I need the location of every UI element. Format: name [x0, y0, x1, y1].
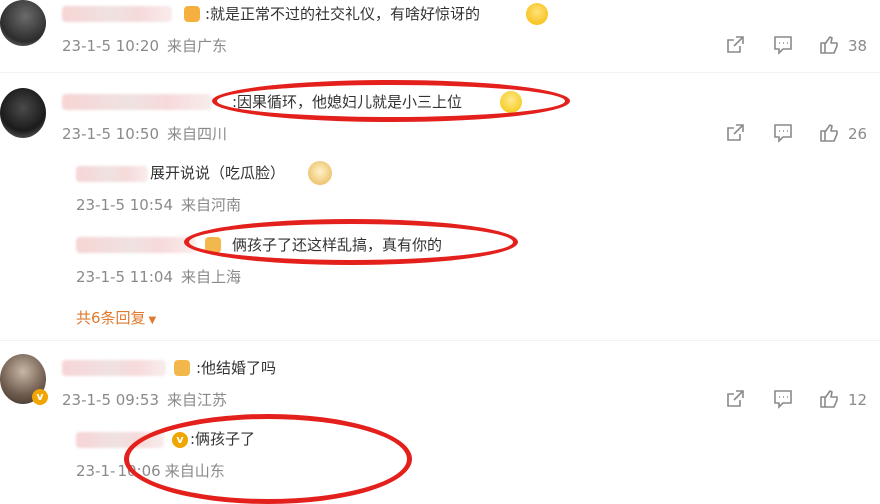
like-icon[interactable] [818, 34, 840, 56]
comment-date: 23-1-5 10:20 [62, 37, 159, 55]
like-icon[interactable] [818, 122, 840, 144]
divider [0, 72, 880, 73]
share-icon[interactable] [724, 34, 746, 56]
like-count: 38 [848, 37, 868, 55]
doge-emoji-icon [308, 161, 332, 185]
fan-badge-icon [184, 6, 200, 22]
divider [0, 340, 880, 341]
like-count: 26 [848, 125, 868, 143]
chevron-down-icon: ▼ [148, 315, 157, 326]
avatar[interactable] [0, 88, 46, 138]
username[interactable] [62, 94, 212, 110]
comment-meta: 23-1-5 10:50 来自四川 [62, 124, 235, 144]
highlight-oval [212, 80, 570, 122]
highlight-oval [124, 414, 412, 504]
share-icon[interactable] [724, 388, 746, 410]
reply-meta: 23-1-5 10:54 来自河南 [76, 195, 249, 215]
comment-text: :就是正常不过的社交礼仪，有啥好惊讶的 [205, 5, 481, 23]
reply-text: 展开说说（吃瓜脸） [150, 164, 286, 182]
highlight-oval [184, 219, 518, 265]
reply-location: 来自河南 [181, 196, 242, 214]
like-icon[interactable] [818, 388, 840, 410]
reply-meta: 23-1-5 11:04 来自上海 [76, 267, 249, 287]
reply-date: 23-1-5 10:54 [76, 196, 173, 214]
verified-badge-icon: v [32, 389, 48, 405]
comment-location: 来自江苏 [167, 391, 228, 409]
like-count: 12 [848, 391, 868, 409]
username[interactable] [62, 360, 166, 376]
more-replies-label: 共6条回复 [76, 309, 146, 327]
reply-date: 23-1-5 11:04 [76, 268, 173, 286]
comment-icon[interactable] [772, 34, 794, 56]
reply-username[interactable] [76, 237, 196, 253]
comment-date: 23-1-5 10:50 [62, 125, 159, 143]
share-icon[interactable] [724, 122, 746, 144]
reply-date: 23-1- [76, 462, 116, 480]
avatar[interactable] [0, 0, 46, 46]
comment-date: 23-1-5 09:53 [62, 391, 159, 409]
comment-text: :他结婚了吗 [196, 359, 277, 377]
comment-meta: 23-1-5 10:20 来自广东 [62, 36, 235, 56]
comment-meta: 23-1-5 09:53 来自江苏 [62, 390, 235, 410]
comment-icon[interactable] [772, 122, 794, 144]
comment-icon[interactable] [772, 388, 794, 410]
crown-badge-icon [174, 360, 190, 376]
username[interactable] [62, 6, 172, 22]
reply-location: 来自上海 [181, 268, 242, 286]
reply-username[interactable] [76, 166, 148, 182]
laugh-cry-emoji-icon [526, 3, 548, 25]
more-replies-link[interactable]: 共6条回复 ▼ [76, 308, 156, 331]
comment-location: 来自四川 [167, 125, 228, 143]
comment-location: 来自广东 [167, 37, 228, 55]
